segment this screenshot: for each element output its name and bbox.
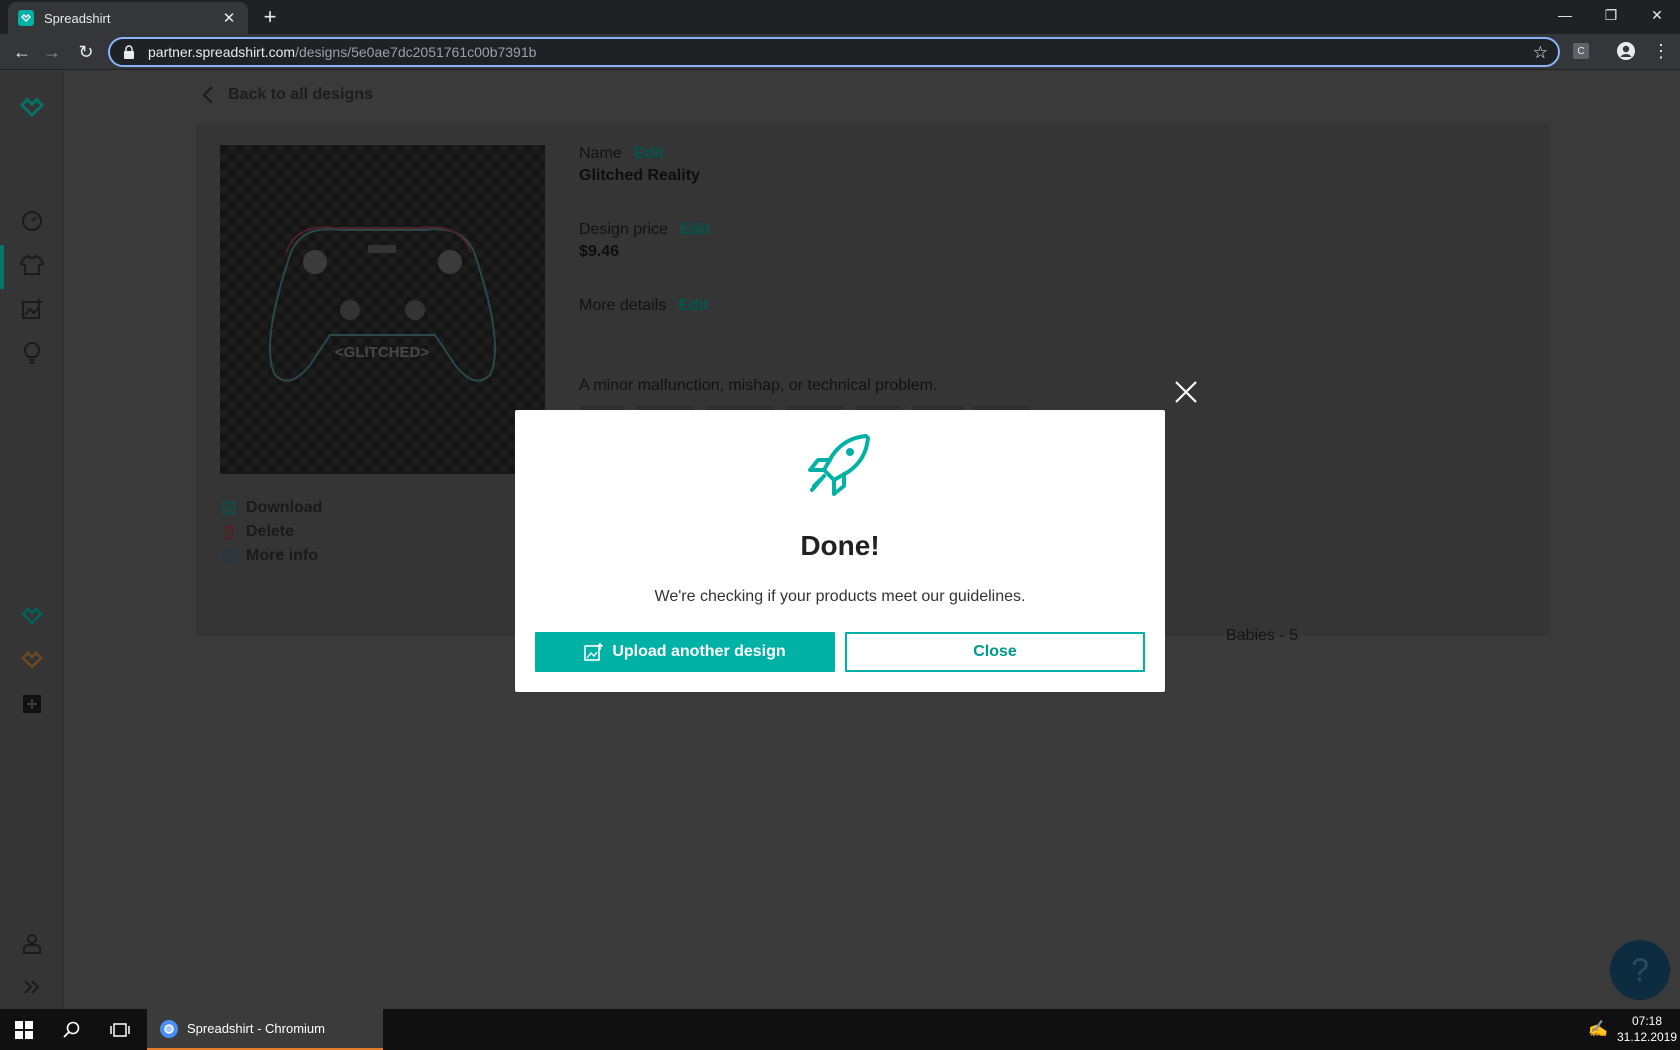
- delete-label: Delete: [246, 523, 295, 540]
- taskbar-chromium-app[interactable]: Spreadshirt - Chromium: [147, 1009, 383, 1050]
- taskbar-app-label: Spreadshirt - Chromium: [187, 1021, 325, 1036]
- profile-icon[interactable]: [1616, 41, 1636, 61]
- address-bar[interactable]: partner.spreadshirt.com/designs/5e0ae7dc…: [108, 37, 1560, 67]
- details-label: More details: [579, 297, 667, 314]
- edit-details-link[interactable]: Edit: [678, 297, 708, 314]
- upload-another-design-button[interactable]: Upload another design: [535, 632, 835, 672]
- download-label: Download: [246, 499, 323, 516]
- browser-menu-icon[interactable]: ⋮: [1652, 40, 1670, 62]
- spreadshirt-favicon-icon: [18, 10, 34, 26]
- rocket-icon: [808, 434, 870, 496]
- back-arrow-icon[interactable]: ←: [8, 38, 36, 66]
- download-icon: [222, 501, 236, 515]
- design-image-text: <GLITCHED>: [335, 344, 429, 361]
- info-icon: [222, 549, 236, 563]
- tab-title: Spreadshirt: [44, 10, 111, 26]
- sidebar: [0, 71, 64, 1009]
- spreadshirt-brand-icon[interactable]: [20, 604, 44, 628]
- clock-date: 31.12.2019: [1616, 1030, 1678, 1044]
- tshirt-icon[interactable]: [20, 253, 44, 277]
- taskbar-clock[interactable]: 07:18 31.12.2019: [1614, 1013, 1680, 1045]
- spreadshirt-logo-icon[interactable]: [20, 95, 44, 119]
- search-icon[interactable]: [48, 1009, 96, 1050]
- design-preview-image: <GLITCHED>: [220, 145, 545, 474]
- dashboard-gauge-icon[interactable]: [20, 209, 44, 233]
- extension-icon[interactable]: C: [1573, 43, 1589, 59]
- sidebar-active-indicator: [0, 245, 4, 289]
- browser-toolbar: ← → ↻ partner.spreadshirt.com/designs/5e…: [0, 34, 1680, 70]
- chevron-left-icon: [202, 86, 213, 104]
- upload-success-modal: Done! We're checking if your products me…: [515, 410, 1165, 692]
- window-controls: — ❐ ✕: [1542, 0, 1680, 30]
- design-upload-icon[interactable]: [20, 297, 44, 321]
- user-account-icon[interactable]: [20, 931, 44, 955]
- delete-link[interactable]: Delete: [222, 523, 294, 541]
- bookmark-star-icon[interactable]: ☆: [1533, 43, 1548, 63]
- design-description: A minor malfunction, mishap, or technica…: [579, 377, 938, 394]
- clock-time: 07:18: [1631, 1014, 1663, 1028]
- spreadshop-brand-icon[interactable]: [20, 648, 44, 672]
- price-field: Design price Edit: [579, 221, 710, 239]
- edit-name-link[interactable]: Edit: [634, 145, 664, 162]
- browser-tab[interactable]: Spreadshirt ✕: [8, 2, 248, 34]
- help-button[interactable]: ?: [1610, 940, 1670, 1000]
- windows-taskbar: Spreadshirt - Chromium ✍ 07:18 31.12.201…: [0, 1009, 1680, 1050]
- window-close-icon[interactable]: ✕: [1634, 0, 1680, 30]
- expand-sidebar-icon[interactable]: [20, 975, 44, 999]
- lightbulb-icon[interactable]: [20, 341, 44, 365]
- download-link[interactable]: Download: [222, 499, 322, 517]
- name-field: Name Edit: [579, 145, 664, 163]
- details-field: More details Edit: [579, 297, 708, 315]
- back-link-label: Back to all designs: [228, 86, 373, 103]
- url-host: partner.spreadshirt.com: [148, 44, 296, 60]
- tab-close-icon[interactable]: ✕: [220, 9, 238, 27]
- back-to-designs-link[interactable]: Back to all designs: [202, 85, 373, 105]
- close-button[interactable]: Close: [845, 632, 1145, 672]
- modal-message: We're checking if your products meet our…: [654, 588, 1026, 605]
- upload-image-icon: [584, 643, 604, 661]
- chromium-icon: [160, 1019, 178, 1038]
- pen-icon[interactable]: ✍: [1588, 1019, 1608, 1039]
- url-path: /designs/5e0ae7dc2051761c00b7391b: [295, 44, 537, 60]
- modal-title: Done!: [800, 530, 880, 561]
- reload-icon[interactable]: ↻: [72, 38, 100, 66]
- minimize-icon[interactable]: —: [1542, 0, 1588, 30]
- forward-arrow-icon[interactable]: →: [38, 38, 66, 66]
- modal-close-icon[interactable]: [1172, 378, 1200, 406]
- product-count-babies: Babies - 5: [1226, 627, 1299, 644]
- trash-icon: [224, 525, 234, 539]
- browser-tab-strip: Spreadshirt ✕ + — ❐ ✕: [0, 0, 1680, 34]
- more-info-link[interactable]: More info: [222, 547, 318, 565]
- lock-icon: [124, 45, 134, 59]
- price-label: Design price: [579, 221, 668, 238]
- task-view-icon[interactable]: [96, 1009, 144, 1050]
- add-square-icon[interactable]: [20, 692, 44, 716]
- more-info-label: More info: [246, 547, 318, 564]
- upload-another-label: Upload another design: [612, 643, 786, 660]
- edit-price-link[interactable]: Edit: [680, 221, 710, 238]
- new-tab-icon[interactable]: +: [258, 4, 282, 30]
- design-price-value: $9.46: [579, 243, 620, 260]
- windows-start-icon[interactable]: [0, 1009, 48, 1050]
- design-name-value: Glitched Reality: [579, 167, 700, 184]
- name-label: Name: [579, 145, 622, 162]
- restore-icon[interactable]: ❐: [1588, 0, 1634, 30]
